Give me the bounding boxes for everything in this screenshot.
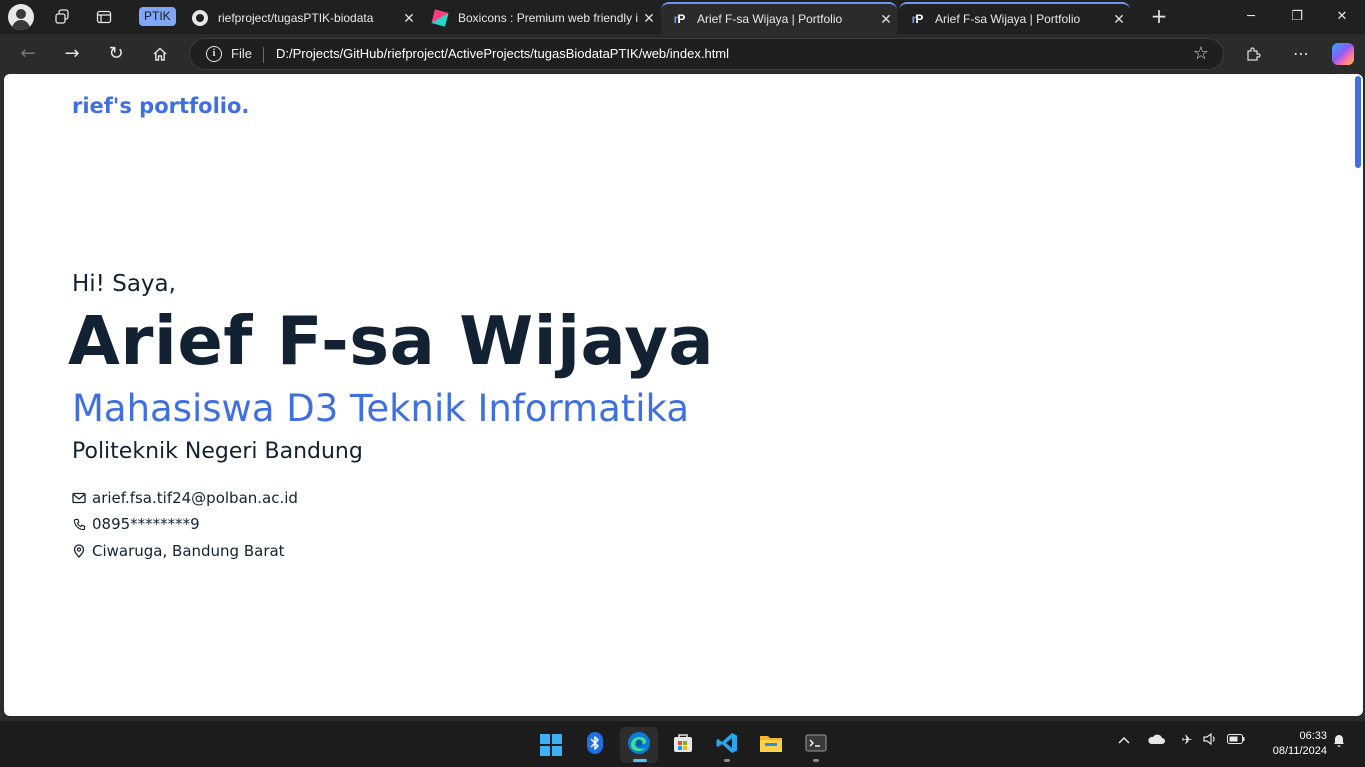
minimize-button[interactable]: ─ xyxy=(1228,0,1274,34)
file-explorer-app[interactable] xyxy=(752,727,790,763)
tab-portfolio-active[interactable]: rP Arief F-sa Wijaya | Portfolio ✕ xyxy=(661,2,897,34)
show-hidden-icons-icon[interactable] xyxy=(1113,733,1135,748)
system-clock[interactable]: 06:33 08/11/2024 xyxy=(1255,729,1327,759)
vscode-icon xyxy=(715,731,739,759)
site-info-icon[interactable]: i xyxy=(206,46,222,62)
close-tab-icon[interactable]: ✕ xyxy=(638,10,660,27)
refresh-button[interactable]: ↻ xyxy=(102,40,130,68)
tab-title: riefproject/tugasPTIK-biodata xyxy=(218,11,374,25)
workspaces-icon[interactable] xyxy=(48,4,76,30)
onedrive-icon[interactable] xyxy=(1145,733,1167,749)
tab-title: Arief F-sa Wijaya | Portfolio xyxy=(935,12,1081,26)
tab-strip: PTIK riefproject/tugasPTIK-biodata ✕ Box… xyxy=(0,0,1365,34)
start-button[interactable] xyxy=(532,727,570,763)
store-icon xyxy=(672,732,694,758)
extensions-icon[interactable] xyxy=(1241,42,1265,66)
tab-boxicons[interactable]: Boxicons : Premium web friendly icons ✕ xyxy=(422,2,660,34)
store-app[interactable] xyxy=(664,727,702,763)
contact-location-text: Ciwaruga, Bandung Barat xyxy=(92,542,285,560)
clock-time: 06:33 xyxy=(1299,730,1327,742)
battery-icon[interactable] xyxy=(1225,733,1247,748)
clock-date: 08/11/2024 xyxy=(1272,745,1327,757)
tab-actions-icon[interactable] xyxy=(90,4,118,30)
more-options-icon[interactable]: ⋯ xyxy=(1289,42,1313,66)
volume-icon[interactable] xyxy=(1199,732,1221,749)
close-tab-icon[interactable]: ✕ xyxy=(1108,11,1130,28)
edge-icon xyxy=(627,731,651,759)
restore-button[interactable]: ❐ xyxy=(1274,0,1320,34)
tab-github[interactable]: riefproject/tugasPTIK-biodata ✕ xyxy=(182,2,420,34)
close-tab-icon[interactable]: ✕ xyxy=(875,11,897,28)
tab-title: Boxicons : Premium web friendly icons xyxy=(458,11,638,25)
address-separator xyxy=(263,47,264,63)
hero-name: Arief F-sa Wijaya xyxy=(68,302,715,380)
rp-logo-icon: rP xyxy=(911,12,924,26)
tab-group-chip[interactable]: PTIK xyxy=(139,7,176,26)
bluetooth-icon xyxy=(585,732,605,758)
hero-school: Politeknik Negeri Bandung xyxy=(72,439,363,464)
profile-avatar[interactable] xyxy=(8,4,34,30)
windows-taskbar: ✈ 06:33 08/11/2024 xyxy=(0,720,1365,767)
bluetooth-app[interactable] xyxy=(576,727,614,763)
browser-toolbar: ← → ↻ i File D:/Projects/GitHub/riefproj… xyxy=(0,34,1365,74)
github-icon xyxy=(192,10,208,26)
close-tab-icon[interactable]: ✕ xyxy=(398,10,420,27)
phone-icon xyxy=(72,517,86,531)
tab-title: Arief F-sa Wijaya | Portfolio xyxy=(697,12,843,26)
envelope-icon xyxy=(72,491,86,505)
terminal-app[interactable] xyxy=(797,727,835,763)
rp-logo-icon: rP xyxy=(673,12,686,26)
favorite-star-icon[interactable]: ☆ xyxy=(1193,43,1209,64)
forward-button[interactable]: → xyxy=(58,40,86,68)
page-scrollbar[interactable] xyxy=(1355,76,1361,168)
tab-portfolio[interactable]: rP Arief F-sa Wijaya | Portfolio ✕ xyxy=(899,2,1130,34)
map-pin-icon xyxy=(72,544,86,558)
edge-app[interactable] xyxy=(620,727,658,763)
start-icon xyxy=(540,734,562,756)
airplane-mode-icon[interactable]: ✈ xyxy=(1176,733,1198,748)
address-url[interactable]: D:/Projects/GitHub/riefproject/ActivePro… xyxy=(276,46,729,61)
contact-email: arief.fsa.tif24@polban.ac.id xyxy=(72,489,298,507)
contact-phone-text: 0895********9 xyxy=(92,515,200,533)
terminal-icon xyxy=(805,734,827,756)
file-explorer-icon xyxy=(759,733,783,757)
vscode-app[interactable] xyxy=(708,727,746,763)
contact-phone: 0895********9 xyxy=(72,515,200,533)
site-brand[interactable]: rief's portfolio. xyxy=(72,94,249,118)
copilot-icon[interactable] xyxy=(1331,42,1355,66)
home-button[interactable] xyxy=(146,40,174,68)
hero-role: Mahasiswa D3 Teknik Informatika xyxy=(72,387,690,430)
browser-window: PTIK riefproject/tugasPTIK-biodata ✕ Box… xyxy=(0,0,1365,720)
notifications-bell-icon[interactable] xyxy=(1328,733,1350,752)
back-button[interactable]: ← xyxy=(14,40,42,68)
contact-location: Ciwaruga, Bandung Barat xyxy=(72,542,285,560)
boxicons-icon xyxy=(431,9,449,27)
address-scheme: File xyxy=(231,46,252,61)
page-viewport: rief's portfolio. Hi! Saya, Arief F-sa W… xyxy=(4,74,1363,716)
address-bar[interactable]: i File D:/Projects/GitHub/riefproject/Ac… xyxy=(189,38,1224,70)
new-tab-button[interactable]: + xyxy=(1146,4,1172,30)
close-window-button[interactable]: ✕ xyxy=(1319,0,1365,34)
hero-greeting: Hi! Saya, xyxy=(72,271,176,297)
contact-email-text: arief.fsa.tif24@polban.ac.id xyxy=(92,489,298,507)
